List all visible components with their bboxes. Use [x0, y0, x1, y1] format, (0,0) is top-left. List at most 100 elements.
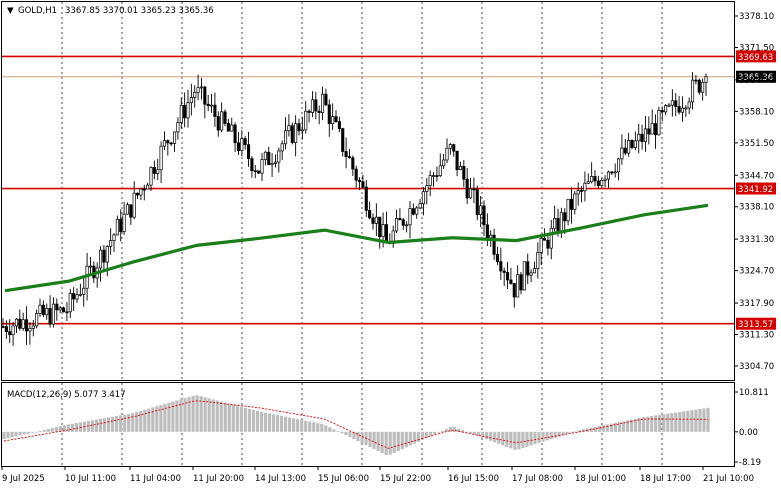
candle-body — [704, 76, 708, 83]
macd-histogram-bar — [549, 431, 553, 440]
candle-body — [633, 140, 637, 148]
macd-histogram-bar — [565, 431, 569, 435]
candle-body — [408, 208, 412, 226]
candle-body — [556, 218, 560, 233]
macd-histogram-bar — [388, 431, 392, 455]
macd-histogram-bar — [10, 431, 14, 438]
macd-histogram-bar — [223, 402, 227, 432]
candle-body — [280, 143, 284, 152]
macd-histogram-bar — [284, 416, 288, 432]
macd-histogram-bar — [90, 420, 95, 432]
candle-body — [361, 181, 365, 188]
candle-body — [186, 102, 190, 119]
chart-canvas[interactable]: 3369.633341.923313.573365.36 3378.103371… — [0, 0, 781, 489]
macd-histogram-bar — [320, 424, 324, 432]
macd-histogram-bar — [14, 431, 18, 437]
candle-body — [442, 159, 446, 167]
candle-body — [697, 79, 701, 93]
macd-histogram-bar — [497, 431, 501, 444]
candle-body — [297, 123, 301, 132]
candle-body — [653, 123, 658, 136]
macd-histogram-bar — [131, 413, 135, 432]
candle-body — [378, 216, 382, 238]
candle-body — [505, 272, 510, 281]
candle-body — [435, 175, 439, 177]
candle-body — [351, 157, 355, 170]
time-tick-label: 21 Jul 10:00 — [703, 474, 754, 484]
candle-body — [270, 163, 274, 166]
macd-histogram-bar — [372, 431, 376, 449]
macd-histogram-bar — [215, 400, 219, 432]
candle-body — [112, 234, 116, 241]
candle-body — [277, 150, 281, 163]
candle-body — [479, 205, 483, 216]
macd-histogram-bar — [541, 431, 545, 442]
macd-histogram-bar — [440, 430, 445, 432]
candle-body — [623, 147, 627, 154]
macd-histogram-bar — [231, 404, 235, 432]
candle-body — [495, 253, 500, 262]
candle-body — [526, 261, 530, 276]
candle-body — [620, 147, 624, 160]
candle-body — [593, 176, 597, 182]
macd-histogram-bar — [66, 424, 70, 432]
candle-body — [98, 249, 103, 269]
symbol-arrow-icon[interactable]: ▼ — [7, 6, 14, 16]
candle-body — [610, 171, 614, 174]
candle-body — [287, 125, 291, 132]
candlestick-series[interactable] — [1, 72, 708, 346]
candle-body — [603, 178, 607, 181]
price-tick-label: 3371.50 — [739, 43, 774, 53]
candle-body — [613, 171, 617, 174]
macd-histogram-bar — [26, 431, 30, 434]
time-tick-label: 17 Jul 08:00 — [512, 474, 563, 484]
candle-body — [647, 128, 651, 135]
candle-body — [337, 121, 341, 129]
candle-body — [135, 192, 140, 196]
time-axis[interactable]: 9 Jul 2025 10 Jul 11:00 11 Jul 04:00 11 Jul… — [1, 466, 754, 484]
candle-body — [4, 326, 8, 332]
macd-histogram-bar — [432, 431, 437, 435]
candle-body — [18, 318, 22, 329]
macd-histogram-bar — [545, 431, 549, 441]
candle-body — [203, 86, 207, 105]
candle-body — [354, 168, 358, 181]
macd-histogram-bar — [263, 412, 268, 432]
macd-histogram-bar — [312, 422, 316, 432]
candle-body — [199, 86, 204, 89]
macd-histogram-bar — [670, 413, 674, 432]
candle-body — [576, 190, 580, 195]
macd-histogram-bar — [119, 415, 123, 432]
candle-body — [78, 294, 82, 296]
level-tag-label: 3341.92 — [738, 185, 773, 195]
candle-body — [139, 188, 143, 196]
macd-histogram-bar — [38, 430, 42, 432]
candle-body — [45, 308, 49, 316]
candle-body — [489, 234, 493, 239]
candle-body — [159, 145, 163, 171]
candle-body — [465, 178, 469, 199]
candle-body — [162, 140, 167, 147]
candle-body — [482, 205, 486, 226]
candle-body — [246, 144, 251, 159]
macd-histogram-bar — [328, 427, 332, 432]
macd-histogram-bar — [127, 413, 131, 432]
candle-body — [401, 219, 405, 226]
macd-histogram-bar — [698, 409, 702, 432]
macd-histogram-bar — [513, 431, 517, 450]
candle-body — [643, 128, 648, 142]
candle-body — [152, 167, 156, 174]
ohlc-readout: 3367.85 3370.01 3365.23 3365.36 — [65, 6, 214, 16]
time-tick-label: 10 Jul 11:00 — [65, 474, 116, 484]
candle-body — [11, 325, 15, 336]
candle-body — [516, 274, 520, 298]
macd-histogram-bar — [111, 416, 115, 432]
candle-body — [68, 293, 72, 313]
price-tick-label: 3317.90 — [739, 299, 774, 309]
candle-body — [58, 307, 62, 311]
candle-body — [294, 123, 298, 143]
candle-body — [166, 140, 170, 144]
price-tick-label: 3331.30 — [739, 235, 774, 245]
candle-body — [220, 111, 224, 131]
candle-body — [209, 104, 214, 107]
